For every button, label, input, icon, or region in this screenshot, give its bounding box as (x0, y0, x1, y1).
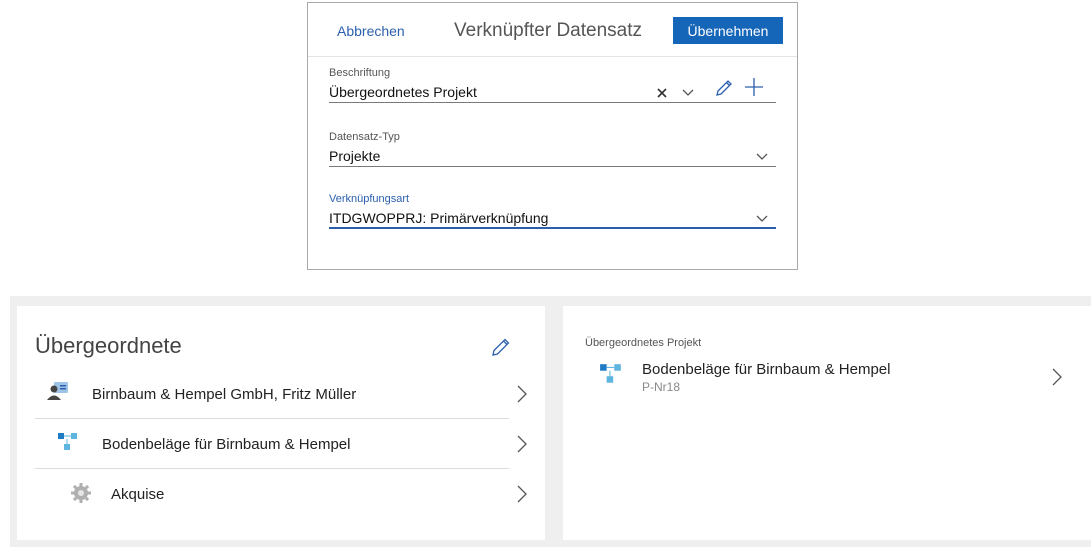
gear-icon (71, 483, 91, 503)
list-item-phase[interactable]: Akquise (35, 469, 527, 519)
list-item-label: Bodenbeläge für Birnbaum & Hempel (102, 436, 351, 453)
record-type-field: Datensatz-Typ Projekte (329, 131, 776, 167)
chevron-right-icon (517, 435, 527, 453)
project-hierarchy-icon (58, 433, 77, 450)
caption-input[interactable]: Übergeordnetes Projekt (329, 78, 776, 103)
parent-project-card[interactable]: Übergeordnetes Projekt Bodenbeläge für B… (563, 306, 1091, 540)
record-type-label: Datensatz-Typ (329, 131, 400, 143)
list-item-contact[interactable]: Birnbaum & Hempel GmbH, Fritz Müller (35, 369, 527, 419)
chevron-right-icon (517, 485, 527, 503)
parents-card: Übergeordnete Birnbaum & Hempel GmbH, Fr… (17, 306, 545, 540)
link-type-field: Verknüpfungsart ITDGWOPPRJ: Primärverknü… (329, 193, 776, 229)
contact-card-icon (47, 382, 68, 400)
dialog-title: Verknüpfter Datensatz (454, 20, 642, 41)
edit-pencil-icon[interactable] (490, 336, 512, 358)
record-type-select[interactable]: Projekte (329, 145, 776, 167)
caption-field: Beschriftung Übergeordnetes Projekt (329, 67, 776, 103)
pencil-icon[interactable] (713, 77, 735, 99)
record-type-value: Projekte (329, 148, 381, 164)
list-item-label: Birnbaum & Hempel GmbH, Fritz Müller (92, 386, 357, 403)
parent-project-title: Bodenbeläge für Birnbaum & Hempel (642, 361, 891, 378)
project-hierarchy-icon (600, 364, 621, 383)
link-type-value: ITDGWOPPRJ: Primärverknüpfung (329, 210, 549, 226)
parents-card-title: Übergeordnete (35, 333, 182, 358)
caption-label: Beschriftung (329, 67, 391, 79)
parent-project-label: Übergeordnetes Projekt (585, 337, 702, 349)
clear-icon[interactable] (655, 86, 669, 100)
stage: Abbrechen Verknüpfter Datensatz Übernehm… (0, 0, 1091, 547)
linked-record-dialog: Abbrechen Verknüpfter Datensatz Übernehm… (307, 2, 798, 270)
list-item-label: Akquise (111, 486, 165, 503)
plus-icon[interactable] (743, 76, 765, 98)
dialog-header: Abbrechen Verknüpfter Datensatz Übernehm… (308, 3, 797, 57)
parent-project-number: P-Nr18 (642, 380, 681, 394)
apply-button[interactable]: Übernehmen (673, 17, 783, 44)
caption-value: Übergeordnetes Projekt (329, 84, 477, 100)
chevron-down-icon[interactable] (755, 211, 769, 225)
chevron-right-icon (517, 385, 527, 403)
cancel-button[interactable]: Abbrechen (337, 23, 405, 39)
list-item-project[interactable]: Bodenbeläge für Birnbaum & Hempel (35, 419, 527, 469)
chevron-right-icon (1052, 368, 1062, 386)
chevron-down-icon[interactable] (755, 149, 769, 163)
link-type-select[interactable]: ITDGWOPPRJ: Primärverknüpfung (329, 207, 776, 229)
chevron-down-icon[interactable] (681, 85, 695, 99)
link-type-label: Verknüpfungsart (329, 193, 410, 205)
